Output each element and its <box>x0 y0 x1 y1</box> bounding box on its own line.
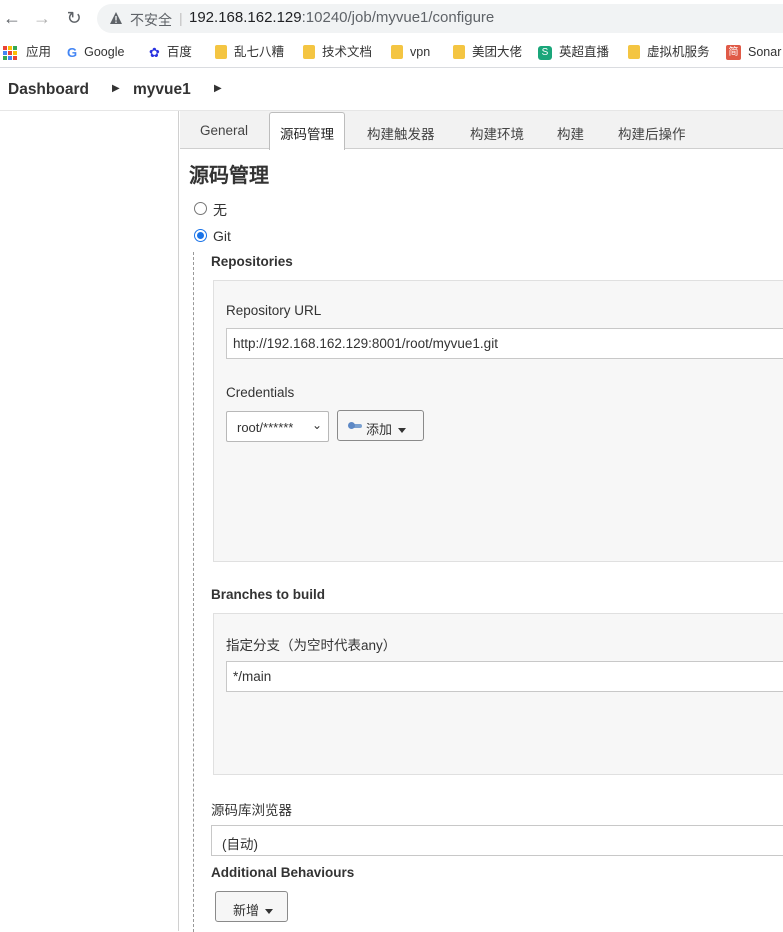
add-behaviour-button[interactable]: 新增 <box>215 891 288 922</box>
credentials-label: Credentials <box>226 385 295 400</box>
radio-git[interactable] <box>194 229 207 242</box>
tab-build-triggers[interactable]: 构建触发器 <box>367 123 435 143</box>
git-options-rail <box>193 252 194 932</box>
radio-git-label: Git <box>213 228 231 244</box>
bookmark-label: 虚拟机服务 <box>647 45 710 59</box>
bookmark-label: 应用 <box>26 45 52 59</box>
insecure-label: 不安全 <box>130 12 172 28</box>
tab-build[interactable]: 构建 <box>557 123 584 143</box>
radio-none-label: 无 <box>213 202 227 218</box>
tab-build-env[interactable]: 构建环境 <box>470 123 524 143</box>
repo-browser-select[interactable]: (自动) <box>211 825 783 856</box>
url-text[interactable]: 192.168.162.129:10240/job/myvue1/configu… <box>189 9 494 26</box>
bookmark-folder-3[interactable]: vpn <box>391 43 430 61</box>
tab-general[interactable]: General <box>200 123 248 138</box>
bookmark-label: Sonar <box>748 45 782 59</box>
address-bar[interactable]: 不安全 | 192.168.162.129:10240/job/myvue1/c… <box>97 4 783 33</box>
bookmark-google[interactable]: G Google <box>67 43 124 61</box>
add-credentials-button[interactable]: 添加 <box>337 410 424 441</box>
bookmarks-bar: 应用 G Google ✿ 百度 乱七八糟 技术文档 vpn 美团大佬 S 英超直播 … <box>0 37 783 68</box>
bookmark-label: Google <box>84 45 125 59</box>
key-head-icon <box>348 422 355 429</box>
bookmark-sonar[interactable]: 简 Sonar <box>726 43 781 61</box>
breadcrumb: Dashboard ▶ myvue1 ▶ <box>0 69 783 111</box>
bookmark-label: 美团大佬 <box>472 45 523 59</box>
tab-scm[interactable]: 源码管理 <box>269 112 345 150</box>
branch-specifier-label: 指定分支（为空时代表any） <box>226 638 397 653</box>
google-icon: G <box>67 44 78 60</box>
caret-down-icon <box>398 428 407 434</box>
breadcrumb-dashboard[interactable]: Dashboard <box>8 81 89 99</box>
repositories-label: Repositories <box>211 254 293 269</box>
credentials-select[interactable]: root/****** ⌄ <box>226 411 329 442</box>
side-panel <box>0 111 179 931</box>
browser-toolbar: ← → ↻ 不安全 | 192.168.162.129:10240/job/my… <box>0 0 783 37</box>
apps-grid-icon <box>3 45 17 60</box>
bookmark-label: 百度 <box>166 45 192 59</box>
config-main: General 源码管理 构建触发器 构建环境 构建 构建后操作 源码管理 无 … <box>180 111 783 932</box>
bookmark-folder-4[interactable]: 美团大佬 <box>453 43 522 61</box>
folder-icon <box>453 44 465 59</box>
repo-url-input[interactable]: http://192.168.162.129:8001/root/myvue1.… <box>226 328 783 359</box>
folder-icon <box>303 44 315 59</box>
bookmark-label: 乱七八糟 <box>234 45 285 59</box>
config-tabs: General 源码管理 构建触发器 构建环境 构建 构建后操作 <box>180 111 783 150</box>
folder-icon <box>628 44 640 59</box>
folder-icon <box>215 44 227 59</box>
chevron-down-icon: ⌄ <box>311 418 322 432</box>
chevron-right-icon[interactable]: ▶ <box>214 83 222 94</box>
branches-panel: 指定分支（为空时代表any） */main <box>213 613 783 775</box>
additional-behaviours-label: Additional Behaviours <box>211 865 355 880</box>
credentials-value: root/****** <box>237 420 294 435</box>
bookmark-label: 技术文档 <box>322 45 373 59</box>
repo-url-label: Repository URL <box>226 303 322 318</box>
bookmark-folder-1[interactable]: 乱七八糟 <box>215 43 284 61</box>
url-path: :10240/job/myvue1/configure <box>301 9 495 26</box>
bookmark-folder-2[interactable]: 技术文档 <box>303 43 372 61</box>
breadcrumb-job[interactable]: myvue1 <box>133 81 191 99</box>
chevron-right-icon[interactable]: ▶ <box>112 83 120 94</box>
bookmark-apps[interactable]: 应用 <box>3 43 51 61</box>
section-title: 源码管理 <box>189 165 269 187</box>
bookmark-premier-league[interactable]: S 英超直播 <box>538 43 609 61</box>
repo-browser-label: 源码库浏览器 <box>211 803 292 818</box>
new-button-label: 新增 <box>233 903 260 918</box>
folder-icon <box>391 44 403 59</box>
sonar-icon: 简 <box>726 45 741 61</box>
back-icon[interactable]: ← <box>0 6 24 30</box>
forward-icon[interactable]: → <box>30 6 54 30</box>
caret-down-icon <box>265 909 274 915</box>
bookmark-folder-5[interactable]: 虚拟机服务 <box>628 43 710 61</box>
tab-post-build[interactable]: 构建后操作 <box>618 123 686 143</box>
branch-specifier-input[interactable]: */main <box>226 661 783 692</box>
warning-icon <box>110 12 122 24</box>
bookmark-baidu[interactable]: ✿ 百度 <box>149 43 192 61</box>
url-host: 192.168.162.129 <box>189 9 302 26</box>
bookmark-label: 英超直播 <box>559 45 610 59</box>
branches-label: Branches to build <box>211 587 326 602</box>
add-button-label: 添加 <box>366 422 393 437</box>
live-stream-icon: S <box>538 45 552 60</box>
bookmark-label: vpn <box>410 45 431 59</box>
reload-icon[interactable]: ↻ <box>62 6 86 30</box>
baidu-paw-icon: ✿ <box>149 44 160 60</box>
repository-panel: Repository URL http://192.168.162.129:80… <box>213 280 783 562</box>
separator: | <box>179 10 183 26</box>
radio-none[interactable] <box>194 202 207 215</box>
